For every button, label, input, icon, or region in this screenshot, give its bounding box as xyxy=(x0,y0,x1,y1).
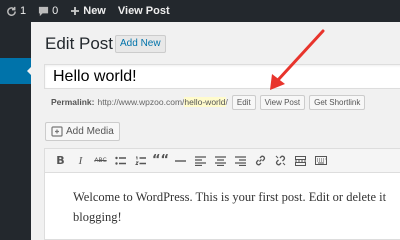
align-right-icon xyxy=(235,155,246,166)
editor-content[interactable]: Welcome to WordPress. This is your first… xyxy=(45,173,400,227)
view-post-link[interactable]: View Post xyxy=(112,0,176,22)
view-post-button[interactable]: View Post xyxy=(259,94,306,110)
post-editor: B I ABC ““ Welcome to WordPress. This is… xyxy=(44,148,400,240)
bold-button[interactable]: B xyxy=(51,152,70,170)
italic-button[interactable]: I xyxy=(71,152,90,170)
italic-icon: I xyxy=(78,154,83,167)
edit-permalink-button[interactable]: Edit xyxy=(231,94,256,110)
read-more-icon xyxy=(295,155,306,166)
plus-icon xyxy=(71,7,80,15)
add-media-button[interactable]: Add Media xyxy=(45,122,120,141)
align-center-button[interactable] xyxy=(211,152,230,170)
updates-item[interactable]: 1 xyxy=(0,0,32,22)
align-left-button[interactable] xyxy=(191,152,210,170)
comments-count: 0 xyxy=(52,5,59,17)
align-right-button[interactable] xyxy=(231,152,250,170)
refresh-icon xyxy=(7,6,16,16)
horizontal-line-button[interactable] xyxy=(171,152,190,170)
align-center-icon xyxy=(215,155,226,166)
link-icon xyxy=(255,155,266,166)
permalink-row: Permalink: http://www.wpzoo.com/hello-wo… xyxy=(51,94,366,110)
bold-icon: B xyxy=(56,154,65,167)
add-new-button[interactable]: Add New xyxy=(115,35,166,53)
permalink-base[interactable]: http://www.wpzoo.com/ xyxy=(97,97,184,107)
new-label: New xyxy=(83,5,106,17)
read-more-button[interactable] xyxy=(291,152,310,170)
editor-line-2: blogging! xyxy=(73,210,122,224)
media-icon xyxy=(51,126,63,137)
keyboard-icon xyxy=(314,156,327,165)
editor-toolbar: B I ABC ““ xyxy=(45,149,400,173)
comment-icon xyxy=(39,6,49,16)
strikethrough-icon: ABC xyxy=(94,157,107,164)
remove-link-button[interactable] xyxy=(271,152,290,170)
insert-link-button[interactable] xyxy=(251,152,270,170)
get-shortlink-button[interactable]: Get Shortlink xyxy=(309,94,366,110)
new-content-item[interactable]: New xyxy=(64,0,112,22)
permalink-trail: / xyxy=(225,97,228,107)
align-left-icon xyxy=(195,155,206,166)
toolbar-toggle-button[interactable] xyxy=(311,152,330,170)
admin-bar: 1 0 New View Post xyxy=(0,0,400,22)
horizontal-line-icon xyxy=(175,159,186,162)
strikethrough-button[interactable]: ABC xyxy=(91,152,110,170)
numbered-list-button[interactable] xyxy=(131,152,150,170)
editor-line-1: Welcome to WordPress. This is your first… xyxy=(73,190,387,204)
updates-count: 1 xyxy=(20,5,27,17)
admin-sidebar xyxy=(0,22,32,240)
add-media-label: Add Media xyxy=(66,126,114,137)
bullet-list-button[interactable] xyxy=(111,152,130,170)
blockquote-button[interactable]: ““ xyxy=(151,152,170,170)
main-content: Edit Post Add New Hello world! Permalink… xyxy=(31,22,400,240)
numbered-list-icon xyxy=(135,156,146,165)
comments-item[interactable]: 0 xyxy=(32,0,64,22)
permalink-label: Permalink: xyxy=(51,97,95,107)
unlink-icon xyxy=(275,155,286,166)
page-title: Edit Post xyxy=(45,34,114,53)
bullet-list-icon xyxy=(115,156,126,165)
permalink-slug[interactable]: hello-world xyxy=(184,97,226,107)
quote-icon: ““ xyxy=(151,153,170,168)
post-title-input[interactable]: Hello world! xyxy=(44,64,400,89)
